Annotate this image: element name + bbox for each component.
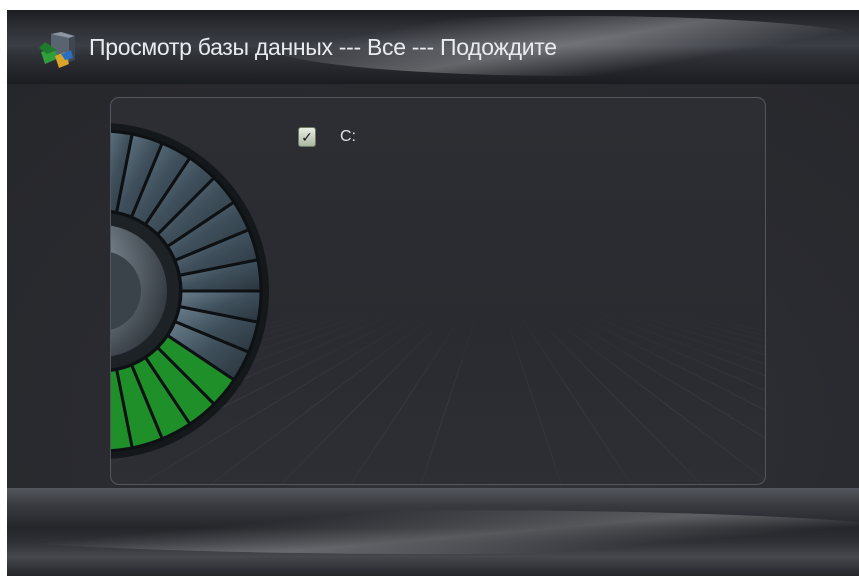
drive-checkbox[interactable]: ✓ <box>298 127 316 147</box>
bottom-bar <box>7 488 859 576</box>
checkmark-icon: ✓ <box>301 129 313 145</box>
screen: Просмотр базы данных --- Все --- Подожди… <box>7 10 859 576</box>
window-title: Просмотр базы данных --- Все --- Подожди… <box>89 34 557 60</box>
database-app-icon <box>39 32 75 68</box>
scan-panel: ✓ C: <box>110 97 766 485</box>
bottom-bar-sheen <box>7 510 859 554</box>
disk-progress-icon <box>111 123 269 459</box>
drive-label: C: <box>340 128 356 145</box>
title-bar: Просмотр базы данных --- Все --- Подожди… <box>7 10 859 84</box>
